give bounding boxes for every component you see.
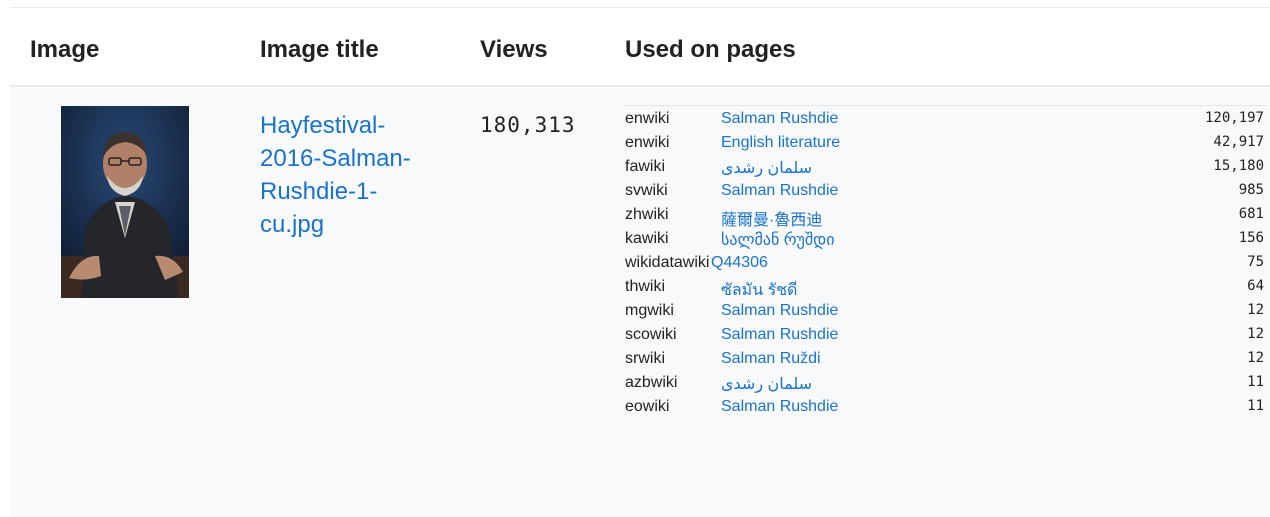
- header-image-title: Image title: [260, 36, 379, 63]
- usage-views: 11: [1247, 398, 1264, 414]
- usage-page-link[interactable]: Salman Rushdie: [721, 326, 838, 344]
- usage-views: 12: [1247, 326, 1264, 342]
- usage-row: azbwiki سلمان رشدی 11: [623, 370, 1266, 394]
- usage-page-link[interactable]: Salman Ruždi: [721, 350, 821, 368]
- usage-page-link[interactable]: سلمان رشدی: [721, 374, 812, 394]
- table-header: Image Image title Views Used on pages: [10, 8, 1270, 87]
- header-used-on-pages: Used on pages: [625, 36, 796, 63]
- usage-wiki: svwiki: [625, 182, 668, 199]
- usage-page-link[interactable]: სალმან რუშდი: [721, 230, 835, 250]
- portrait-photo: [61, 106, 189, 298]
- usage-page-link[interactable]: English literature: [721, 134, 840, 152]
- image-thumbnail[interactable]: [61, 106, 189, 298]
- usage-row: mgwiki Salman Rushdie 12: [623, 298, 1266, 322]
- usage-wiki: srwiki: [625, 350, 665, 367]
- usage-row: zhwiki 薩爾曼·魯西迪 681: [623, 202, 1266, 229]
- usage-views: 12: [1247, 350, 1264, 366]
- usage-views: 12: [1247, 302, 1264, 318]
- usage-page-link[interactable]: Salman Rushdie: [721, 302, 838, 320]
- usage-row: eowiki Salman Rushdie 11: [623, 394, 1266, 418]
- usage-wiki: thwiki: [625, 278, 666, 295]
- usage-row: enwiki English literature 42,917: [623, 130, 1266, 154]
- usage-page-link[interactable]: سلمان رشدی: [721, 158, 812, 178]
- usage-list: enwiki Salman Rushdie 120,197 enwiki Eng…: [623, 105, 1266, 418]
- total-views: 180,313: [480, 113, 576, 137]
- usage-views: 681: [1238, 206, 1264, 222]
- usage-wiki: enwiki: [625, 110, 670, 127]
- usage-wiki: mgwiki: [625, 302, 674, 319]
- usage-wiki: fawiki: [625, 158, 666, 175]
- usage-wiki: kawiki: [625, 230, 669, 247]
- usage-row: enwiki Salman Rushdie 120,197: [623, 106, 1266, 130]
- usage-row: kawiki სალმან რუშდი 156: [623, 226, 1266, 250]
- usage-wiki: zhwiki: [625, 206, 669, 223]
- usage-views: 64: [1247, 278, 1264, 294]
- usage-row: svwiki Salman Rushdie 985: [623, 178, 1266, 202]
- usage-views: 120,197: [1204, 110, 1264, 126]
- header-views: Views: [480, 36, 548, 63]
- usage-wiki: azbwiki: [625, 374, 678, 391]
- usage-row: srwiki Salman Ruždi 12: [623, 346, 1266, 370]
- table-row: Hayfestival-2016-Salman-Rushdie-1-cu.jpg…: [10, 87, 1270, 517]
- usage-row: wikidatawiki Q44306 75: [623, 250, 1266, 274]
- usage-views: 42,917: [1213, 134, 1264, 150]
- usage-row: scowiki Salman Rushdie 12: [623, 322, 1266, 346]
- header-image: Image: [30, 36, 100, 63]
- usage-views: 75: [1247, 254, 1264, 270]
- usage-row: fawiki سلمان رشدی 15,180: [623, 154, 1266, 178]
- usage-views: 985: [1238, 182, 1264, 198]
- usage-wiki: wikidatawiki: [625, 254, 710, 271]
- usage-row: thwiki ซัลมัน รัชดี 64: [623, 274, 1266, 299]
- usage-views: 15,180: [1213, 158, 1264, 174]
- usage-views: 156: [1238, 230, 1264, 246]
- image-title-link[interactable]: Hayfestival-2016-Salman-Rushdie-1-cu.jpg: [260, 109, 440, 241]
- usage-page-link[interactable]: Salman Rushdie: [721, 182, 838, 200]
- usage-wiki: eowiki: [625, 398, 670, 415]
- usage-views: 11: [1247, 374, 1264, 390]
- usage-page-link[interactable]: Salman Rushdie: [721, 110, 838, 128]
- usage-wiki: enwiki: [625, 134, 670, 151]
- usage-page-link[interactable]: Salman Rushdie: [721, 398, 838, 416]
- usage-page-link[interactable]: Q44306: [711, 254, 768, 272]
- usage-wiki: scowiki: [625, 326, 677, 343]
